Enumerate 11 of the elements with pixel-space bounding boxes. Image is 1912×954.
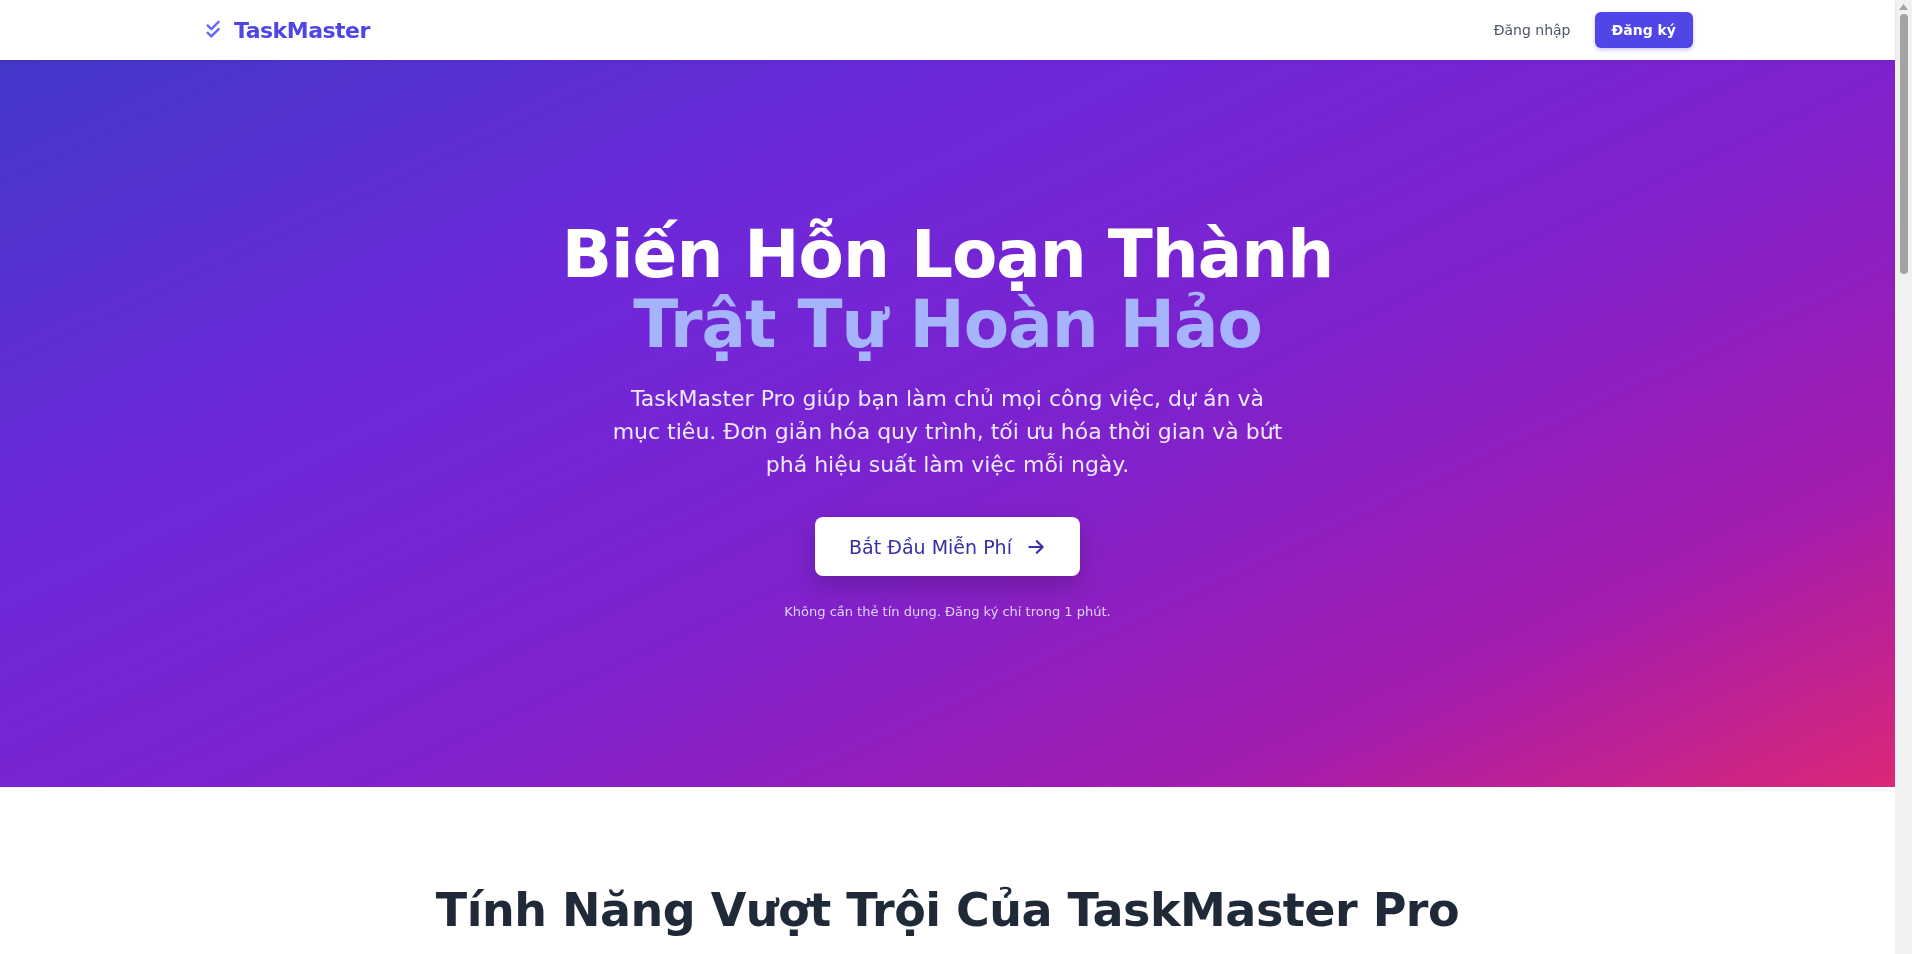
hero-description: TaskMaster Pro giúp bạn làm chủ mọi công việc, dự án và mục tiêu. Đơn giản hóa quy trình, tối ưu hóa thời gian và bứt phá hiệu suất làm việc mỗi ngày. [611,385,1284,479]
login-link[interactable]: Đăng nhập [1493,22,1571,38]
hero-title: Biến Hỗn Loạn Thành [561,220,1334,290]
start-free-button[interactable]: Bắt Đầu Miễn Phí [815,517,1080,576]
signup-button[interactable]: Đăng ký [1594,12,1693,48]
logo-text[interactable]: TaskMaster [234,17,370,43]
features-heading: Tính Năng Vượt Trội Của TaskMaster Pro [435,883,1460,939]
scrollbar-thumb[interactable] [1899,14,1908,274]
hero-title-highlight: Trật Tự Hoàn Hảo [633,290,1262,360]
scroll-up-icon[interactable] [1899,4,1908,10]
hero-note: Không cần thẻ tín dụng. Đăng ký chỉ trong 1 phút. [784,604,1111,619]
